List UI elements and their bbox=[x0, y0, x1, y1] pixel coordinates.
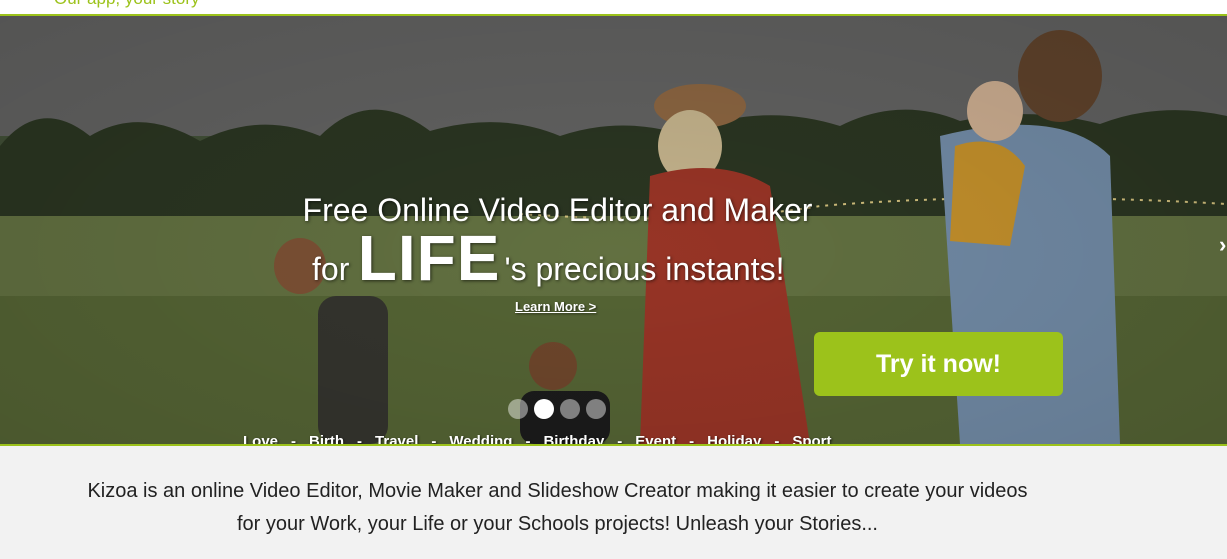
category-link-love[interactable]: Love bbox=[243, 433, 278, 444]
slide-dot-1[interactable] bbox=[508, 399, 528, 419]
next-slide-icon[interactable]: › bbox=[1219, 232, 1226, 258]
category-separator: - bbox=[774, 433, 780, 444]
category-link-wedding[interactable]: Wedding bbox=[449, 433, 512, 444]
top-bar: Our app, your story bbox=[0, 0, 1227, 16]
category-separator: - bbox=[357, 433, 363, 444]
category-link-birth[interactable]: Birth bbox=[309, 433, 344, 444]
category-links: Love - Birth - Travel - Wedding - Birthday - Event… bbox=[243, 433, 832, 444]
category-separator: - bbox=[525, 433, 531, 444]
category-link-event[interactable]: Event bbox=[635, 433, 676, 444]
hero-headline-line2: for LIFE's precious instants! bbox=[312, 221, 784, 295]
hero-bottom-border bbox=[0, 444, 1227, 446]
slide-dot-2[interactable] bbox=[534, 399, 554, 419]
slide-dot-4[interactable] bbox=[586, 399, 606, 419]
headline-suffix: 's precious instants! bbox=[504, 251, 785, 287]
learn-more-link[interactable]: Learn More > bbox=[515, 299, 596, 314]
category-link-holiday[interactable]: Holiday bbox=[707, 433, 761, 444]
category-separator: - bbox=[431, 433, 437, 444]
tagline: Our app, your story bbox=[54, 0, 200, 9]
category-link-travel[interactable]: Travel bbox=[375, 433, 418, 444]
intro-line-1: Kizoa is an online Video Editor, Movie M… bbox=[87, 480, 1028, 502]
headline-emphasis: LIFE bbox=[357, 222, 501, 294]
category-separator: - bbox=[617, 433, 623, 444]
hero-banner: Free Online Video Editor and Maker for L… bbox=[0, 16, 1227, 444]
category-link-birthday[interactable]: Birthday bbox=[543, 433, 604, 444]
category-separator: - bbox=[291, 433, 297, 444]
category-separator: - bbox=[689, 433, 695, 444]
intro-line-2: for your Work, your Life or your Schools… bbox=[236, 513, 878, 535]
category-link-sport[interactable]: Sport bbox=[792, 433, 831, 444]
try-it-now-button[interactable]: Try it now! bbox=[814, 332, 1063, 396]
slide-dot-3[interactable] bbox=[560, 399, 580, 419]
headline-prefix: for bbox=[312, 251, 350, 287]
intro-text: Kizoa is an online Video Editor, Movie M… bbox=[0, 475, 1115, 541]
